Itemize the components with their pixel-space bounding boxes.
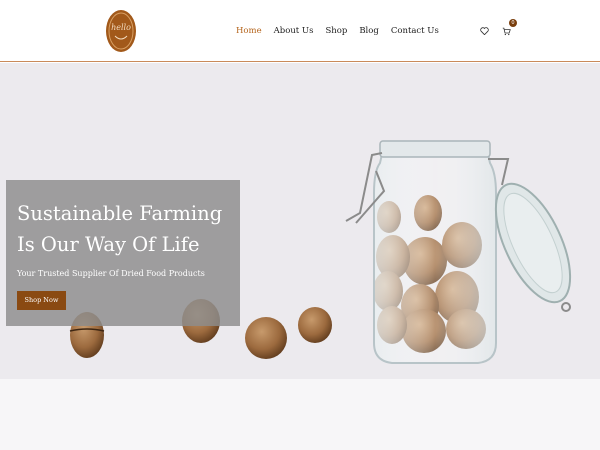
shop-now-button[interactable]: Shop Now [17, 291, 66, 310]
logo-icon: hello [106, 10, 136, 52]
wishlist-button[interactable] [477, 24, 491, 38]
site-header: hello Home About Us Shop Blog Contact Us… [0, 0, 600, 62]
hero-overlay-card: Sustainable Farming Is Our Way Of Life Y… [6, 180, 240, 326]
hero-title-line-1: Sustainable Farming [17, 202, 223, 225]
cart-count-badge: 0 [509, 19, 517, 27]
hero-section: Sustainable Farming Is Our Way Of Life Y… [0, 63, 600, 450]
cart-button[interactable]: 0 [499, 19, 517, 38]
hero-title: Sustainable Farming Is Our Way Of Life [17, 198, 232, 260]
nav-item-blog[interactable]: Blog [359, 24, 379, 38]
logo-text: hello [111, 23, 131, 32]
nav-item-contact-us[interactable]: Contact Us [391, 24, 439, 38]
main-navigation: Home About Us Shop Blog Contact Us [236, 24, 451, 38]
hero-title-line-2: Is Our Way Of Life [17, 233, 200, 256]
glass-jar [345, 140, 572, 364]
heart-icon [479, 27, 489, 35]
nav-item-home[interactable]: Home [236, 24, 262, 38]
cart-icon [502, 27, 511, 35]
brand-logo[interactable]: hello [104, 8, 138, 54]
nav-item-shop[interactable]: Shop [325, 24, 347, 38]
nav-item-about-us[interactable]: About Us [274, 24, 314, 38]
hero-subtitle: Your Trusted Supplier Of Dried Food Prod… [17, 269, 205, 278]
